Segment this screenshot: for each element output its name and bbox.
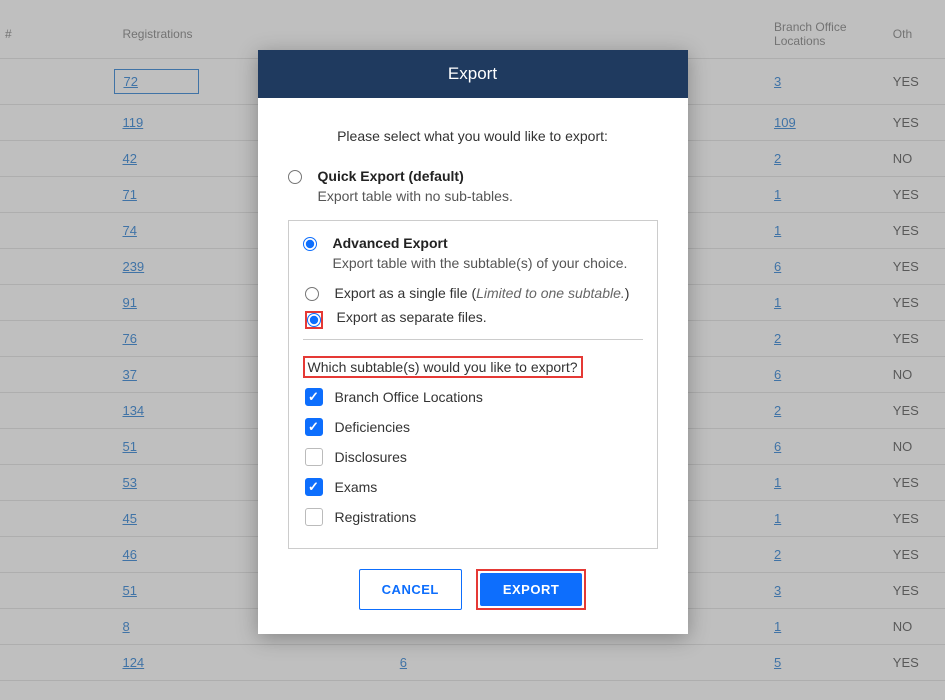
advanced-export-option[interactable]: Advanced Export Export table with the su… [303,235,643,271]
advanced-export-label: Advanced Export [333,235,448,251]
subtable-checkbox[interactable] [305,448,323,466]
subtable-option[interactable]: Registrations [305,508,643,526]
advanced-export-box: Advanced Export Export table with the su… [288,220,658,549]
modal-footer: CANCEL EXPORT [258,559,688,634]
subtable-checklist: Branch Office Locations Deficiencies Discl… [303,388,643,526]
cancel-button[interactable]: CANCEL [359,569,462,610]
export-button[interactable]: EXPORT [480,573,582,606]
subtable-label: Exams [335,479,378,495]
subtable-checkbox[interactable] [305,478,323,496]
quick-export-sub: Export table with no sub-tables. [318,188,658,204]
advanced-export-sub: Export table with the subtable(s) of you… [333,255,643,271]
subtable-option[interactable]: Disclosures [305,448,643,466]
subtable-option[interactable]: Exams [305,478,643,496]
separate-files-highlight [305,311,323,329]
quick-export-radio[interactable] [288,170,302,184]
modal-overlay: Export Please select what you would like… [0,0,945,700]
subtable-checkbox[interactable] [305,508,323,526]
divider [303,339,643,340]
single-file-italic: Limited to one subtable. [476,285,625,301]
single-file-radio[interactable] [305,287,319,301]
separate-files-option[interactable]: Export as separate files. [305,309,643,329]
subtable-label: Branch Office Locations [335,389,483,405]
quick-export-label: Quick Export (default) [318,168,464,184]
export-button-highlight: EXPORT [476,569,586,610]
subtable-checkbox[interactable] [305,418,323,436]
single-file-prefix: Export as a single file ( [335,285,477,301]
subtable-option[interactable]: Deficiencies [305,418,643,436]
single-file-suffix: ) [625,285,630,301]
quick-export-option[interactable]: Quick Export (default) Export table with… [288,168,658,204]
export-modal: Export Please select what you would like… [258,50,688,634]
subtable-option[interactable]: Branch Office Locations [305,388,643,406]
modal-instruction: Please select what you would like to exp… [288,128,658,144]
subtable-label: Disclosures [335,449,407,465]
separate-files-label: Export as separate files. [337,309,487,325]
subtable-label: Registrations [335,509,417,525]
separate-files-radio[interactable] [307,313,321,327]
advanced-export-radio[interactable] [303,237,317,251]
single-file-option[interactable]: Export as a single file (Limited to one … [305,285,643,301]
subtable-checkbox[interactable] [305,388,323,406]
subtable-question: Which subtable(s) would you like to expo… [303,356,583,378]
subtable-label: Deficiencies [335,419,410,435]
modal-title: Export [258,50,688,98]
